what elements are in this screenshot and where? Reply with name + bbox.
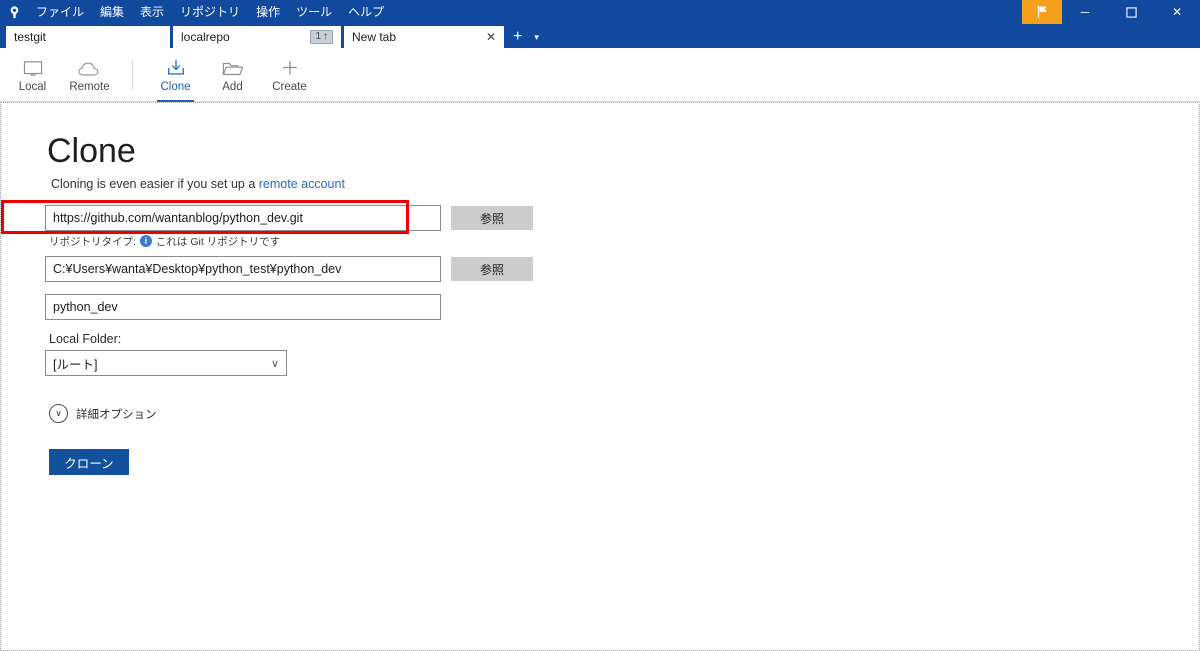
new-tab-button[interactable]: + [507,26,528,48]
menu-item-edit[interactable]: 編集 [92,0,132,24]
toolbar-item-create[interactable]: Create [261,50,318,100]
source-url-input[interactable]: https://github.com/wantanblog/python_dev… [45,205,441,231]
toolbar-item-label: Create [272,81,307,93]
clone-submit-button[interactable]: クローン [49,449,129,475]
title-bar: ファイル 編集 表示 リポジトリ 操作 ツール ヘルプ ─ ✕ [0,0,1200,24]
toolbar-item-label: Add [222,81,243,93]
source-url-row: https://github.com/wantanblog/python_dev… [45,205,1199,231]
flag-button[interactable] [1022,0,1062,24]
minimize-button[interactable]: ─ [1062,0,1108,24]
subtitle-text: Cloning is even easier if you set up a [51,177,259,191]
menu-item-actions[interactable]: 操作 [248,0,288,24]
folder-icon [222,56,244,78]
chevron-down-icon[interactable]: ▾ [528,26,545,48]
tab-label: New tab [352,30,397,44]
remote-account-link[interactable]: remote account [259,177,345,191]
destination-path-input[interactable]: C:¥Users¥wanta¥Desktop¥python_test¥pytho… [45,256,441,282]
menu-item-file[interactable]: ファイル [28,0,92,24]
toolbar-item-remote[interactable]: Remote [61,50,118,100]
name-row: python_dev [45,294,1199,320]
toolbar-item-local[interactable]: Local [4,50,61,100]
toolbar-item-add[interactable]: Add [204,50,261,100]
chevron-down-icon: ∨ [49,404,68,423]
main-toolbar: Local Remote Clone Add Create [0,48,1200,102]
window-controls: ─ ✕ [1022,0,1200,24]
repository-name-input[interactable]: python_dev [45,294,441,320]
tab-strip: testgit localrepo 1 ↑ New tab ✕ + ▾ [0,24,1200,48]
repository-type-label: リポジトリタイプ: [49,235,136,248]
info-icon: i [139,235,152,247]
chevron-down-icon: ∨ [270,357,279,370]
maximize-button[interactable] [1108,0,1154,24]
cloud-icon [77,56,102,78]
toolbar-item-label: Remote [69,81,110,93]
badge-count: 1 [315,31,321,42]
monitor-icon [23,56,43,78]
tab-label: testgit [14,30,47,44]
tab-ahead-badge: 1 ↑ [310,30,333,44]
source-url-browse-button[interactable]: 参照 [451,206,533,230]
sourcetree-window: ファイル 編集 表示 リポジトリ 操作 ツール ヘルプ ─ ✕ testgit … [0,0,1200,651]
menu-item-help[interactable]: ヘルプ [340,0,392,24]
menu-bar: ファイル 編集 表示 リポジトリ 操作 ツール ヘルプ [28,0,392,24]
content-panel: Clone Cloning is even easier if you set … [0,102,1200,651]
close-icon[interactable]: ✕ [478,30,496,44]
local-folder-value: [ルート] [53,357,98,372]
repository-type-status: リポジトリタイプ: i これは Git リポジトリです [49,234,1199,248]
toolbar-item-label: Local [18,81,47,93]
tab-label: localrepo [181,30,230,44]
local-folder-label: Local Folder: [49,332,122,346]
menu-item-repository[interactable]: リポジトリ [172,0,248,24]
toolbar-divider [132,59,133,90]
clone-download-icon [166,56,186,78]
repository-type-text: これは Git リポジトリです [155,235,281,248]
advanced-options-label: 詳細オプション [76,408,157,421]
local-folder-select[interactable]: [ルート] ∨ [45,350,287,376]
page-title: Clone [47,132,136,170]
menu-item-view[interactable]: 表示 [132,0,172,24]
clone-form: Clone Cloning is even easier if you set … [1,103,1199,475]
destination-path-browse-button[interactable]: 参照 [451,257,533,281]
advanced-options-toggle[interactable]: ∨ 詳細オプション [49,404,1199,423]
page-subtitle: Cloning is even easier if you set up a r… [51,177,1199,191]
plus-icon [280,56,300,78]
tab-localrepo[interactable]: localrepo 1 ↑ [173,26,341,48]
arrow-up-icon: ↑ [323,31,328,42]
app-logo-icon [0,0,28,24]
toolbar-item-clone[interactable]: Clone [147,50,204,102]
close-button[interactable]: ✕ [1154,0,1200,24]
destination-path-row: C:¥Users¥wanta¥Desktop¥python_test¥pytho… [45,256,1199,282]
toolbar-item-label: Clone [160,81,191,93]
tab-new-tab[interactable]: New tab ✕ [344,26,504,48]
tab-testgit[interactable]: testgit [6,26,170,48]
menu-item-tools[interactable]: ツール [288,0,340,24]
